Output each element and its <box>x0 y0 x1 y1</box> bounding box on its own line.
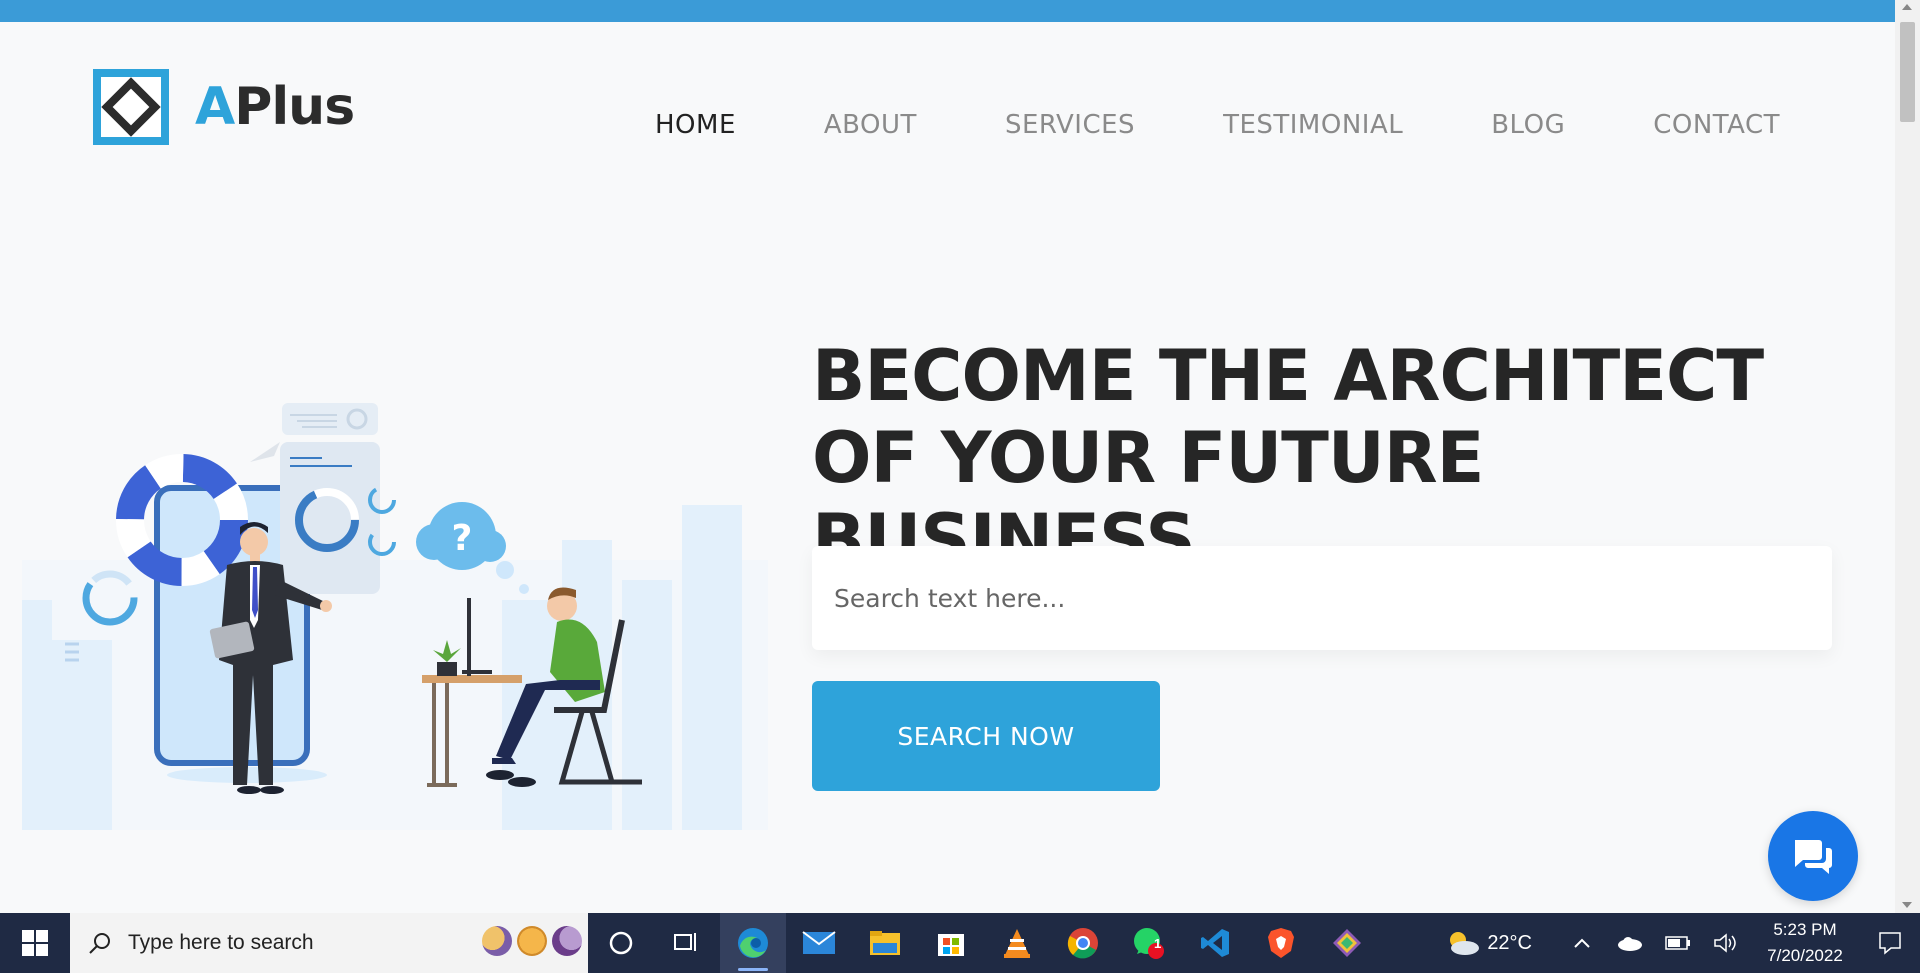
mail-icon <box>802 931 836 954</box>
whatsapp-badge: 1 <box>1154 936 1162 951</box>
taskbar-search-placeholder: Type here to search <box>128 931 314 954</box>
nav-home[interactable]: HOME <box>655 110 736 140</box>
cloud-icon <box>1618 937 1642 951</box>
chevron-up-icon <box>1574 938 1590 948</box>
taskbar-clock[interactable]: 5:23 PM 7/20/2022 <box>1750 917 1860 969</box>
volume-button[interactable] <box>1702 913 1750 973</box>
svg-text:?: ? <box>452 518 473 559</box>
hero-title-line1: BECOME THE ARCHITECT <box>812 335 1764 417</box>
search-icon <box>89 933 110 954</box>
nav-contact[interactable]: CONTACT <box>1653 110 1780 140</box>
vscode-taskbar-button[interactable] <box>1182 913 1248 973</box>
task-view-icon <box>674 933 696 951</box>
system-tray: 22°C 5:23 PM 7/20/2022 <box>1445 913 1920 973</box>
search-input[interactable] <box>834 583 1794 613</box>
scroll-down-arrow-icon[interactable] <box>1902 902 1912 908</box>
speaker-icon <box>1714 933 1736 953</box>
nav-about[interactable]: ABOUT <box>824 110 917 140</box>
windows-taskbar: Type here to search 1 22°C 5:23 PM 7/20/… <box>0 913 1920 973</box>
clock-date: 7/20/2022 <box>1767 946 1843 965</box>
action-center-button[interactable] <box>1860 913 1920 973</box>
clock-time: 5:23 PM <box>1773 920 1837 939</box>
nav-blog[interactable]: BLOG <box>1491 110 1565 140</box>
weather-widget[interactable]: 22°C <box>1445 929 1532 957</box>
chrome-taskbar-button[interactable] <box>1050 913 1116 973</box>
git-icon <box>1333 929 1361 957</box>
hero-title: BECOME THE ARCHITECT OF YOUR FUTURE BUSI… <box>812 335 1832 581</box>
windows-logo-icon <box>22 930 48 956</box>
battery-icon <box>1665 936 1690 950</box>
taskbar-search[interactable]: Type here to search <box>70 913 588 973</box>
brand-logo[interactable]: APlus <box>93 69 355 145</box>
chat-button[interactable] <box>1768 811 1858 901</box>
battery-button[interactable] <box>1654 913 1702 973</box>
page-scrollbar[interactable] <box>1895 0 1920 913</box>
onedrive-button[interactable] <box>1606 913 1654 973</box>
nav-services[interactable]: SERVICES <box>1005 110 1135 140</box>
vlc-taskbar-button[interactable] <box>984 913 1050 973</box>
cortana-button[interactable] <box>588 913 654 973</box>
mail-taskbar-button[interactable] <box>786 913 852 973</box>
nav-testimonial[interactable]: TESTIMONIAL <box>1223 110 1403 140</box>
scroll-up-arrow-icon[interactable] <box>1902 4 1912 10</box>
weather-temperature: 22°C <box>1487 931 1532 954</box>
cortana-icon <box>609 931 633 955</box>
whatsapp-taskbar-button[interactable]: 1 <box>1116 913 1182 973</box>
main-nav: HOME ABOUT SERVICES TESTIMONIAL BLOG CON… <box>655 110 1780 140</box>
store-taskbar-button[interactable] <box>918 913 984 973</box>
notification-icon <box>1879 932 1901 955</box>
search-now-button[interactable]: SEARCH NOW <box>812 681 1160 791</box>
scroll-thumb[interactable] <box>1900 22 1915 122</box>
git-taskbar-button[interactable] <box>1314 913 1380 973</box>
file-explorer-icon <box>870 931 900 955</box>
hero-illustration: ? <box>22 403 768 830</box>
brave-icon <box>1268 928 1294 958</box>
show-hidden-icons-button[interactable] <box>1558 913 1606 973</box>
logo-icon <box>93 69 169 145</box>
vscode-icon <box>1201 929 1229 957</box>
chat-bubbles-icon <box>1795 840 1832 874</box>
chrome-icon <box>1067 928 1098 959</box>
page: APlus HOME ABOUT SERVICES TESTIMONIAL BL… <box>0 22 1895 913</box>
file-explorer-taskbar-button[interactable] <box>852 913 918 973</box>
start-button[interactable] <box>0 913 70 973</box>
partly-cloudy-icon <box>1450 932 1480 955</box>
vlc-icon <box>1004 929 1030 958</box>
task-view-button[interactable] <box>654 913 720 973</box>
edge-taskbar-button[interactable] <box>720 913 786 973</box>
store-icon <box>938 934 964 956</box>
edge-icon <box>738 928 768 958</box>
brand-name: APlus <box>195 77 355 137</box>
top-accent-bar <box>0 0 1895 22</box>
search-highlight-moons-icon <box>477 926 582 956</box>
search-box <box>812 546 1832 650</box>
brave-taskbar-button[interactable] <box>1248 913 1314 973</box>
